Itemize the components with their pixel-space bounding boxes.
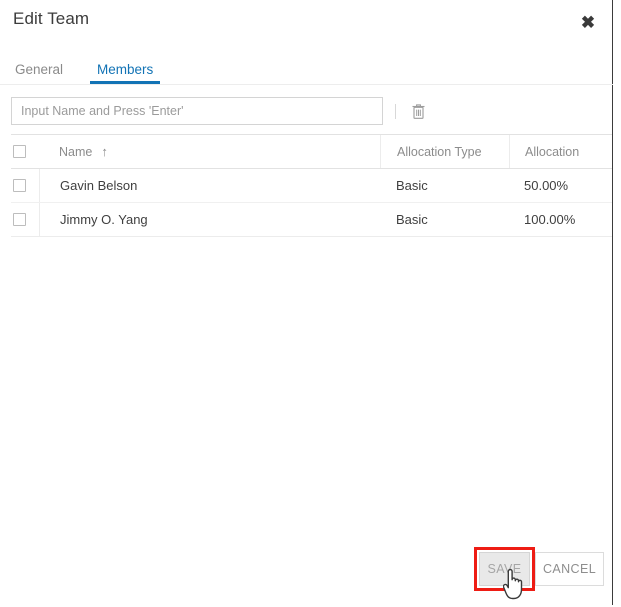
cell-allocation-type: Basic xyxy=(396,178,428,193)
column-header-allocation-type[interactable]: Allocation Type xyxy=(380,135,509,168)
dialog-footer: SAVE CANCEL xyxy=(0,547,613,591)
cell-name: Gavin Belson xyxy=(39,169,380,202)
column-header-allocation[interactable]: Allocation xyxy=(509,135,612,168)
cell-name: Jimmy O. Yang xyxy=(39,203,380,236)
table-row[interactable]: Jimmy O. Yang Basic 100.00% xyxy=(11,203,612,236)
row-checkbox[interactable] xyxy=(13,179,26,192)
row-checkbox[interactable] xyxy=(13,213,26,226)
trash-icon[interactable] xyxy=(408,100,428,122)
select-all-cell xyxy=(11,145,39,158)
save-button[interactable]: SAVE xyxy=(479,552,530,586)
dialog-tabs: General Members xyxy=(13,56,163,84)
cell-allocation: 100.00% xyxy=(524,212,576,227)
members-table: Name ↑ Allocation Type Allocation Gavin … xyxy=(11,134,612,237)
tab-members[interactable]: Members xyxy=(90,62,163,84)
cancel-button[interactable]: CANCEL xyxy=(535,552,604,586)
edit-team-dialog: Edit Team ✖ General Members Name xyxy=(0,0,613,605)
tab-general[interactable]: General xyxy=(13,62,73,84)
row-select-cell xyxy=(11,213,39,226)
close-icon[interactable]: ✖ xyxy=(574,8,602,36)
tabs-divider xyxy=(0,84,613,85)
add-member-row xyxy=(11,97,428,125)
column-header-name-label: Name xyxy=(59,144,93,159)
dialog-header: Edit Team ✖ xyxy=(0,0,612,48)
member-name-input[interactable] xyxy=(11,97,383,125)
column-header-allocation-type-label: Allocation Type xyxy=(397,144,482,159)
toolbar-divider xyxy=(395,103,396,119)
sort-ascending-icon: ↑ xyxy=(101,144,108,159)
select-all-checkbox[interactable] xyxy=(13,145,26,158)
column-header-allocation-label: Allocation xyxy=(525,144,580,159)
row-select-cell xyxy=(11,179,39,192)
column-header-name[interactable]: Name ↑ xyxy=(39,135,380,168)
page-title: Edit Team xyxy=(13,9,90,28)
cell-allocation: 50.00% xyxy=(524,178,569,193)
table-row[interactable]: Gavin Belson Basic 50.00% xyxy=(11,169,612,203)
cell-allocation-type: Basic xyxy=(396,212,428,227)
table-header-row: Name ↑ Allocation Type Allocation xyxy=(11,135,612,169)
